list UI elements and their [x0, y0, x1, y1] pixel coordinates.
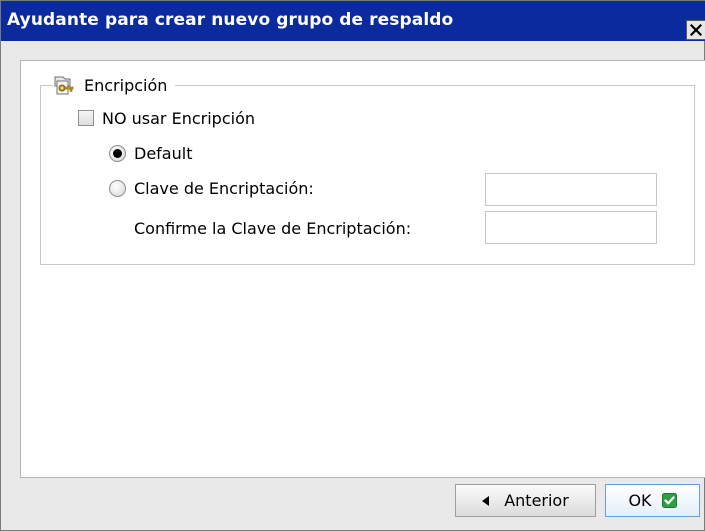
confirm-key-label: Confirme la Clave de Encriptación: [134, 218, 412, 238]
default-radio[interactable] [109, 144, 126, 162]
key-radio-row[interactable]: Clave de Encriptación: [109, 177, 314, 199]
arrow-left-icon [482, 495, 490, 506]
confirm-key-row: Confirme la Clave de Encriptación: [134, 217, 411, 239]
window-title: Ayudante para crear nuevo grupo de respa… [7, 10, 454, 30]
encryption-key-input[interactable] [485, 173, 657, 206]
ok-button[interactable]: OK [605, 484, 700, 517]
default-radio-label: Default [134, 143, 193, 163]
no-encryption-label: NO usar Encripción [102, 108, 255, 128]
close-icon [690, 24, 702, 36]
key-folder-icon [54, 76, 74, 95]
checkmark-icon [661, 493, 677, 508]
no-encryption-checkbox[interactable] [78, 110, 94, 126]
radio-selected-dot [113, 148, 122, 158]
ok-button-label: OK [628, 491, 652, 510]
back-button-label: Anterior [504, 491, 569, 510]
wizard-dialog: Ayudante para crear nuevo grupo de respa… [0, 0, 705, 531]
confirm-key-input[interactable] [485, 211, 657, 244]
key-radio[interactable] [109, 179, 126, 197]
key-radio-label: Clave de Encriptación: [134, 178, 314, 198]
default-radio-row[interactable]: Default [109, 142, 192, 164]
close-button[interactable] [686, 20, 705, 40]
encryption-legend: Encripción [53, 72, 176, 98]
back-button[interactable]: Anterior [455, 484, 596, 517]
no-encryption-row[interactable]: NO usar Encripción [78, 107, 255, 129]
encryption-legend-label: Encripción [84, 75, 168, 95]
content-panel: Encripción NO usar Encripción Default Cl… [20, 60, 705, 478]
title-bar[interactable]: Ayudante para crear nuevo grupo de respa… [1, 1, 705, 41]
